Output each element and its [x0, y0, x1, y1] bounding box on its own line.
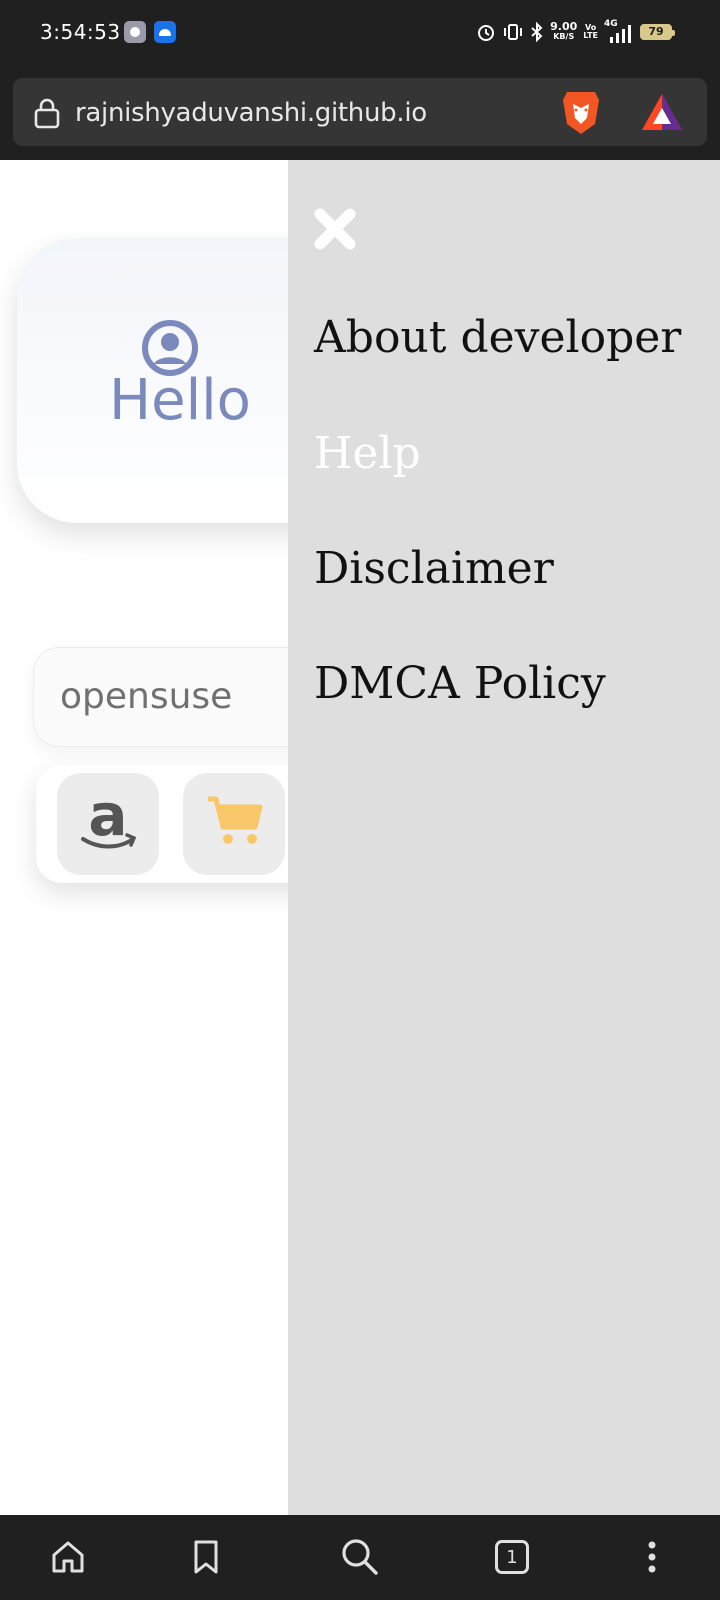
more-icon: [648, 1541, 656, 1573]
home-icon: [52, 1541, 84, 1573]
network-speed: 9.00 KB/S: [550, 20, 578, 42]
cart-shortcut[interactable]: [183, 773, 285, 875]
browser-bottom-bar: 1: [0, 1515, 720, 1600]
search-input-value[interactable]: opensuse: [60, 676, 232, 717]
system-icons: 9.00 KB/S Vo LTE 4G 79: [476, 18, 675, 46]
alarm-icon: [478, 25, 495, 41]
brave-shields-icon[interactable]: [559, 88, 603, 136]
tab-count: 1: [506, 1546, 518, 1568]
vibrate-icon: [504, 24, 523, 40]
svg-text:a: a: [88, 781, 127, 849]
bookmark-button[interactable]: [184, 1535, 228, 1579]
browser-toolbar: rajnishyaduvanshi.github.io: [0, 64, 720, 160]
signal-icon: 4G: [604, 19, 634, 43]
volte-indicator: Vo LTE: [583, 24, 598, 40]
url-bar[interactable]: rajnishyaduvanshi.github.io: [13, 78, 707, 146]
amazon-icon: a: [81, 781, 137, 849]
search-button[interactable]: [338, 1535, 382, 1579]
menu-item-dmca-policy[interactable]: DMCA Policy: [314, 658, 606, 709]
amazon-shortcut[interactable]: a: [57, 773, 159, 875]
greeting-text: Hello: [109, 368, 251, 433]
settings-notification-icon: [124, 21, 146, 43]
tabs-icon: 1: [495, 1540, 529, 1574]
close-icon[interactable]: [314, 208, 356, 250]
lock-icon: [34, 98, 60, 129]
status-bar: 3:54:53 9.00 KB/S Vo LTE 4G 79: [0, 0, 720, 64]
tabs-button[interactable]: 1: [490, 1535, 534, 1579]
more-menu-button[interactable]: [630, 1535, 674, 1579]
battery-level: 79: [648, 25, 664, 38]
battery-icon: 79: [640, 24, 675, 40]
side-drawer: About developer Help Disclaimer DMCA Pol…: [288, 160, 720, 1515]
home-button[interactable]: [46, 1535, 90, 1579]
menu-item-about-developer[interactable]: About developer: [314, 312, 681, 363]
brave-rewards-icon[interactable]: [641, 92, 683, 132]
bookmark-icon: [194, 1540, 218, 1574]
network-speed-value: 9.00: [550, 20, 578, 33]
menu-item-help[interactable]: Help: [314, 428, 421, 479]
network-speed-unit: KB/S: [553, 32, 575, 41]
menu-item-disclaimer[interactable]: Disclaimer: [314, 543, 554, 594]
cart-icon: [208, 796, 263, 844]
status-time: 3:54:53: [40, 20, 121, 44]
bluetooth-icon: [531, 22, 543, 42]
search-icon: [342, 1539, 378, 1575]
url-text[interactable]: rajnishyaduvanshi.github.io: [75, 98, 427, 128]
volte-bottom: LTE: [583, 31, 598, 40]
android-notification-icon: [154, 21, 176, 43]
